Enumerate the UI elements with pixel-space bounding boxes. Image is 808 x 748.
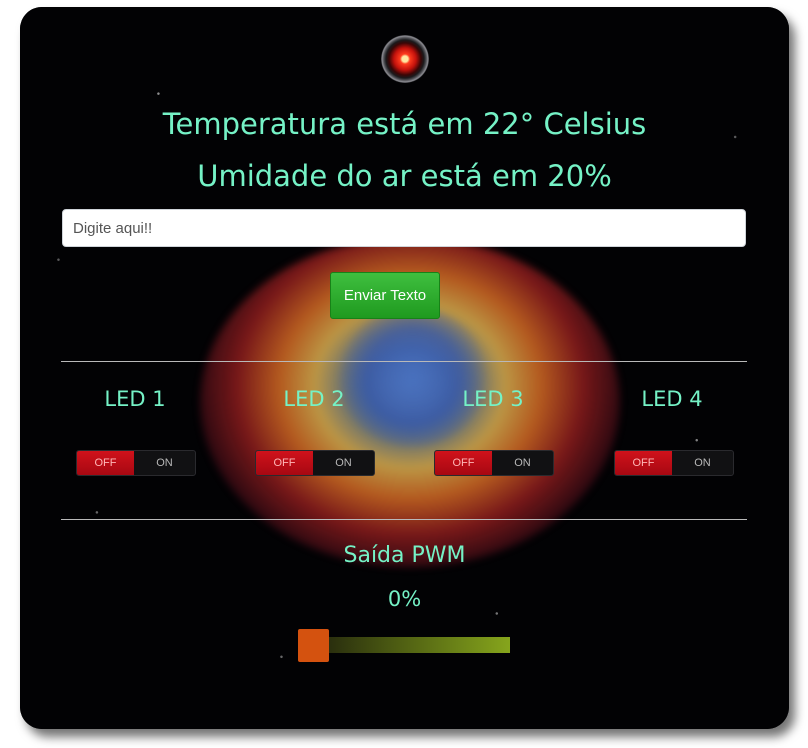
pwm-slider[interactable]	[298, 629, 510, 662]
led-3-toggle[interactable]: OFF ON	[434, 450, 554, 476]
nebula-core	[338, 307, 488, 447]
pwm-value: 0%	[387, 587, 422, 611]
main-panel: Temperatura está em 22° Celsius Umidade …	[20, 7, 789, 729]
led-2-off-option[interactable]: OFF	[256, 451, 313, 475]
led-1-label: LED 1	[104, 387, 166, 411]
led-3-on-option[interactable]: ON	[492, 451, 553, 475]
divider-top	[61, 361, 747, 362]
message-input[interactable]	[62, 209, 746, 247]
led-2-toggle[interactable]: OFF ON	[255, 450, 375, 476]
led-3-label: LED 3	[462, 387, 524, 411]
led-2-label: LED 2	[283, 387, 345, 411]
led-4-on-option[interactable]: ON	[672, 451, 733, 475]
humidity-heading: Umidade do ar está em 20%	[197, 159, 612, 193]
led-1-off-option[interactable]: OFF	[77, 451, 134, 475]
pwm-slider-track[interactable]	[298, 637, 510, 653]
divider-bottom	[61, 519, 747, 520]
led-1-toggle[interactable]: OFF ON	[76, 450, 196, 476]
temperature-heading: Temperatura está em 22° Celsius	[162, 107, 647, 141]
hal-eye-icon	[381, 35, 429, 83]
led-3-off-option[interactable]: OFF	[435, 451, 492, 475]
pwm-title: Saída PWM	[343, 543, 466, 568]
pwm-slider-thumb[interactable]	[298, 629, 329, 662]
led-4-toggle[interactable]: OFF ON	[614, 450, 734, 476]
send-text-button[interactable]: Enviar Texto	[330, 272, 440, 319]
led-1-on-option[interactable]: ON	[134, 451, 195, 475]
led-4-off-option[interactable]: OFF	[615, 451, 672, 475]
led-2-on-option[interactable]: ON	[313, 451, 374, 475]
led-4-label: LED 4	[641, 387, 703, 411]
